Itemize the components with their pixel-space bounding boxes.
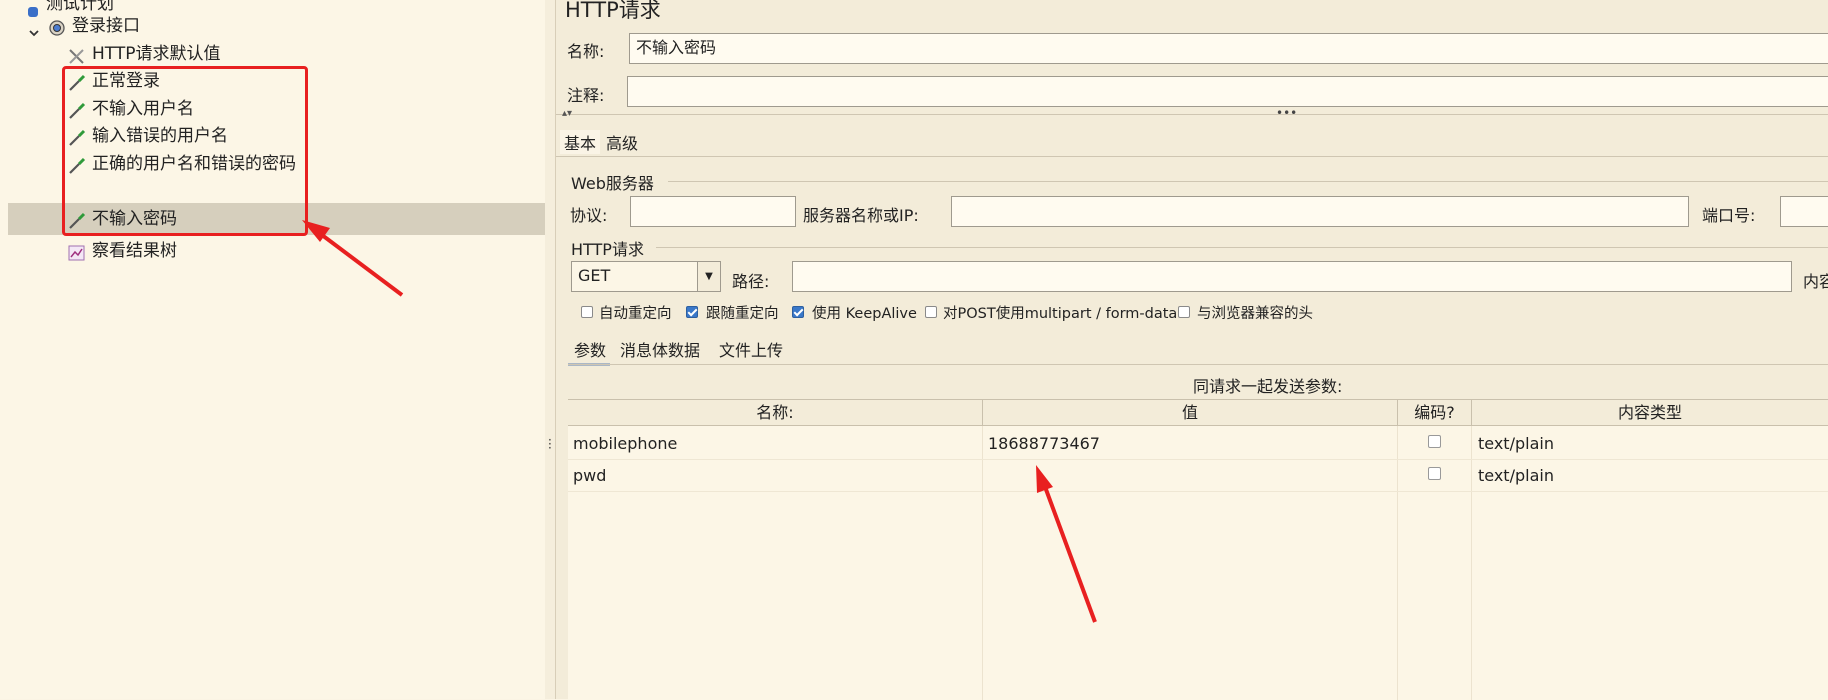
protocol-label: 协议: <box>570 206 608 225</box>
keepalive-checkbox[interactable] <box>792 306 804 318</box>
content-encoding-label: 内容 <box>1803 272 1828 291</box>
column-line <box>1397 426 1398 700</box>
path-label: 路径: <box>732 272 770 291</box>
dropdown-arrow-icon[interactable]: ▼ <box>697 262 720 291</box>
method-value: GET <box>578 266 611 285</box>
tab-basic[interactable]: 基本 <box>560 130 601 154</box>
encode-checkbox[interactable] <box>1428 435 1441 448</box>
tab-file-upload[interactable]: 文件上传 <box>719 337 783 361</box>
tab-body-data[interactable]: 消息体数据 <box>620 337 700 361</box>
web-server-group-label: Web服务器 <box>571 174 654 193</box>
column-header-content-type[interactable]: 内容类型 <box>1472 400 1828 426</box>
panel-title: HTTP请求 <box>565 0 661 22</box>
path-field[interactable] <box>792 261 1792 292</box>
tree-item-label: 登录接口 <box>72 16 140 36</box>
column-header-value[interactable]: 值 <box>983 400 1398 426</box>
param-content-type[interactable]: text/plain <box>1478 466 1554 485</box>
multipart-checkbox[interactable] <box>925 306 937 318</box>
tree-item-label: HTTP请求默认值 <box>92 44 221 64</box>
param-content-type[interactable]: text/plain <box>1478 434 1554 453</box>
protocol-field[interactable] <box>630 196 796 227</box>
test-plan-icon <box>26 0 40 17</box>
column-line <box>982 426 983 700</box>
server-name-field[interactable] <box>951 196 1689 227</box>
tab-advanced[interactable]: 高级 <box>606 130 638 154</box>
splitter-grip-icon[interactable]: · · · <box>548 434 552 454</box>
row-separator <box>568 459 1828 460</box>
graph-icon <box>68 243 86 261</box>
column-header-name[interactable]: 名称: <box>568 400 983 426</box>
group-border <box>656 247 1828 248</box>
comment-label: 注释: <box>567 86 605 105</box>
thread-group-gear-icon <box>48 18 66 36</box>
browser-headers-checkbox[interactable] <box>1178 306 1190 318</box>
param-name[interactable]: mobilephone <box>573 434 677 453</box>
follow-redirect-checkbox[interactable] <box>686 306 698 318</box>
name-label: 名称: <box>567 42 605 61</box>
tab-parameters[interactable]: 参数 <box>574 337 606 361</box>
panel-splitter[interactable]: · · · <box>545 0 556 699</box>
auto-redirect-label: 自动重定向 <box>599 306 672 322</box>
param-value[interactable]: 18688773467 <box>988 434 1100 453</box>
column-line <box>1471 426 1472 700</box>
tree-item-label: 察看结果树 <box>92 241 177 261</box>
tabs-divider <box>556 156 1828 157</box>
row-separator <box>568 491 1828 492</box>
param-name[interactable]: pwd <box>573 466 606 485</box>
drag-handle-icon[interactable]: ••• <box>1276 106 1297 120</box>
keepalive-label: 使用 KeepAlive <box>812 306 917 322</box>
port-field[interactable] <box>1780 196 1828 227</box>
multipart-label: 对POST使用multipart / form-data <box>943 306 1178 322</box>
group-border <box>668 181 1828 182</box>
browser-headers-label: 与浏览器兼容的头 <box>1197 306 1313 322</box>
encode-checkbox[interactable] <box>1428 467 1441 480</box>
parameters-table: 名称: 值 编码? 内容类型 mobilephone 18688773467 t… <box>568 399 1828 700</box>
http-request-group-label: HTTP请求 <box>571 240 644 259</box>
column-header-encode[interactable]: 编码? <box>1398 400 1472 426</box>
collapse-arrows-icon[interactable]: ▴▾ <box>562 108 572 119</box>
params-caption: 同请求一起发送参数: <box>1193 377 1343 396</box>
annotation-highlight-box <box>62 66 308 236</box>
name-field[interactable]: 不输入密码 <box>629 33 1828 64</box>
comment-field[interactable] <box>627 76 1828 107</box>
chevron-down-icon[interactable] <box>28 20 40 37</box>
server-label: 服务器名称或IP: <box>803 206 919 225</box>
method-select[interactable]: GET ▼ <box>571 261 721 292</box>
follow-redirect-label: 跟随重定向 <box>706 306 779 322</box>
subtabs-divider <box>568 364 1828 365</box>
auto-redirect-checkbox[interactable] <box>581 306 593 318</box>
wrench-icon <box>68 46 86 64</box>
port-label: 端口号: <box>1702 206 1756 225</box>
divider <box>556 114 1828 115</box>
